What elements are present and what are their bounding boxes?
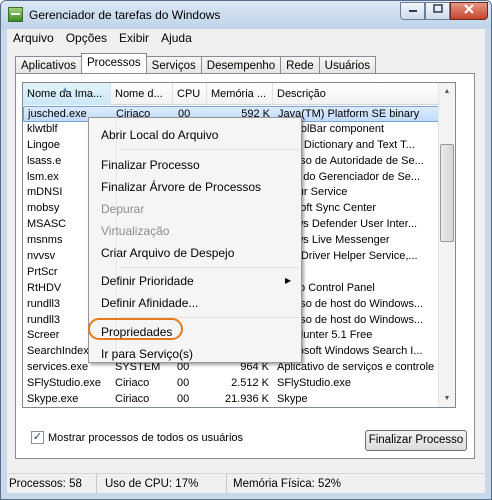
menu-end-process-tree[interactable]: Finalizar Árvore de Processos	[101, 177, 261, 197]
column-cpu-label: CPU	[177, 88, 201, 100]
menu-end-process[interactable]: Finalizar Processo	[101, 155, 200, 175]
task-manager-window: Gerenciador de tarefas do Windows Arquiv…	[0, 0, 492, 500]
vertical-scrollbar[interactable]: ▲ ▼	[438, 83, 455, 407]
column-description-label: Descrição	[277, 88, 326, 100]
cell-desc: Skype	[277, 393, 308, 406]
column-memory[interactable]: Memória ...	[207, 83, 273, 105]
end-process-button[interactable]: Finalizar Processo	[365, 430, 467, 451]
menu-debug: Depurar	[101, 202, 145, 216]
properties-highlight-oval	[88, 318, 183, 340]
scroll-down-icon[interactable]: ▼	[439, 390, 455, 407]
scroll-thumb[interactable]	[440, 144, 454, 242]
maximize-button[interactable]	[425, 2, 450, 20]
cell-cpu: 00	[177, 377, 190, 390]
menu-exibir[interactable]: Exibir	[113, 29, 155, 48]
menu-separator	[119, 149, 299, 150]
column-cpu[interactable]: CPU	[173, 83, 207, 105]
column-user-name[interactable]: Nome d...	[111, 83, 173, 105]
menu-bar: Arquivo Opções Exibir Ajuda	[7, 29, 485, 48]
window-title: Gerenciador de tarefas do Windows	[29, 8, 221, 22]
menu-ajuda[interactable]: Ajuda	[155, 29, 198, 48]
column-memory-label: Memória ...	[211, 88, 267, 100]
menu-set-priority[interactable]: Definir Prioridade	[101, 271, 194, 291]
scroll-up-icon[interactable]: ▲	[439, 83, 455, 100]
column-user-name-label: Nome d...	[115, 88, 163, 100]
close-button[interactable]	[450, 2, 488, 20]
table-row[interactable]: Skype.exe Ciriaco 00 21.936 K Skype	[23, 392, 439, 407]
sort-up-icon: ▲	[61, 85, 69, 94]
menu-set-affinity[interactable]: Definir Afinidade...	[101, 293, 198, 313]
cell-mem: 21.936 K	[224, 393, 269, 406]
table-row[interactable]: SFlyStudio.exe Ciriaco 00 2.512 K SFlyStudio…	[23, 376, 439, 392]
tab-processos[interactable]: Processos	[80, 53, 147, 75]
column-description[interactable]: Descrição	[273, 83, 439, 105]
cell-name: SFlyStudio.exe	[27, 377, 101, 390]
menu-go-to-service[interactable]: Ir para Serviço(s)	[101, 344, 193, 364]
show-all-checkbox[interactable]: ✓	[31, 431, 44, 444]
minimize-button[interactable]	[400, 2, 425, 20]
cell-user: Ciriaco	[115, 393, 150, 406]
title-bar[interactable]: Gerenciador de tarefas do Windows	[1, 1, 491, 29]
status-processes: Processos: 58	[7, 474, 97, 494]
cell-mem: 2.512 K	[231, 377, 269, 390]
column-image-name[interactable]: ▲ Nome da Ima...	[23, 83, 111, 105]
show-all-processes[interactable]: ✓ Mostrar processos de todos os usuários	[31, 431, 243, 444]
tab-strip: Aplicativos Processos Serviços Desempenh…	[15, 53, 377, 75]
cell-user: Ciriaco	[115, 377, 150, 390]
maximize-icon	[432, 4, 443, 13]
menu-arquivo[interactable]: Arquivo	[7, 29, 60, 48]
status-memory: Memória Física: 52%	[233, 478, 342, 490]
show-all-label: Mostrar processos de todos os usuários	[48, 431, 244, 444]
menu-virtualization: Virtualização	[101, 224, 170, 238]
column-header-row: ▲ Nome da Ima... Nome d... CPU Memória .…	[23, 83, 439, 105]
status-cpu: Uso de CPU: 17%	[103, 474, 227, 494]
submenu-arrow-icon: ▶	[285, 276, 292, 285]
menu-separator	[119, 267, 299, 268]
menu-open-file-location[interactable]: Abrir Local do Arquivo	[101, 125, 218, 145]
task-manager-icon	[8, 7, 23, 22]
minimize-icon	[408, 10, 417, 12]
close-icon	[464, 4, 474, 14]
menu-opcoes[interactable]: Opções	[60, 29, 113, 48]
cell-cpu: 00	[177, 393, 190, 406]
status-bar: Processos: 58 Uso de CPU: 17% Memória Fí…	[7, 473, 485, 494]
cell-name: Skype.exe	[27, 393, 79, 406]
cell-desc: SFlyStudio.exe	[277, 377, 351, 390]
menu-create-dump[interactable]: Criar Arquivo de Despejo	[101, 243, 234, 263]
